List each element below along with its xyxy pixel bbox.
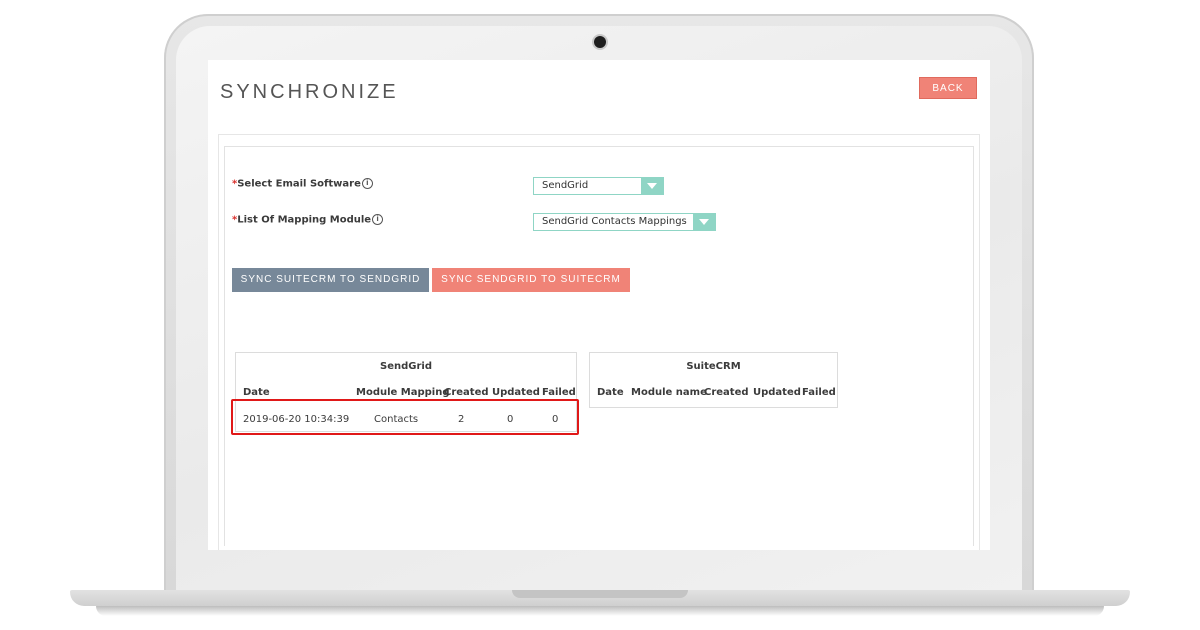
column-header: Created	[704, 387, 749, 398]
column-header: Module Mapping	[356, 387, 450, 398]
email-software-value: SendGrid	[542, 180, 589, 191]
column-header: Failed	[542, 387, 576, 398]
column-header: Updated	[753, 387, 801, 398]
highlight-box	[231, 399, 579, 435]
page-title: SYNCHRONIZE	[220, 81, 399, 103]
column-header: Module name	[631, 387, 707, 398]
laptop-notch	[512, 590, 688, 598]
mapping-module-label: *List Of Mapping Module i	[232, 214, 384, 226]
sync-suitecrm-to-sendgrid-button[interactable]: SYNC SUITECRM TO SENDGRID	[232, 268, 429, 292]
screen: SYNCHRONIZE BACK *Select Email Software i…	[208, 60, 990, 550]
column-header: Created	[444, 387, 489, 398]
mapping-module-label-text: List Of Mapping Module	[237, 214, 372, 226]
chevron-down-icon[interactable]	[641, 178, 663, 194]
email-software-select[interactable]: SendGrid	[533, 177, 664, 195]
mapping-module-value: SendGrid Contacts Mappings	[542, 216, 687, 227]
email-software-label-text: Select Email Software	[237, 178, 361, 190]
suitecrm-results-table: SuiteCRM Date Module name Created Update…	[589, 352, 838, 408]
back-button[interactable]: BACK	[919, 77, 977, 99]
camera-icon	[594, 36, 606, 48]
info-icon[interactable]: i	[372, 214, 384, 225]
table-title: SendGrid	[380, 361, 432, 372]
info-icon[interactable]: i	[361, 178, 373, 189]
table-title: SuiteCRM	[686, 361, 741, 372]
mapping-module-select[interactable]: SendGrid Contacts Mappings	[533, 213, 716, 231]
column-header: Date	[597, 387, 624, 398]
sync-sendgrid-to-suitecrm-button[interactable]: SYNC SENDGRID TO SUITECRM	[432, 268, 630, 292]
laptop-shadow	[96, 606, 1104, 616]
column-header: Date	[243, 387, 270, 398]
column-header: Failed	[802, 387, 836, 398]
sync-form-panel	[224, 146, 974, 546]
email-software-label: *Select Email Software i	[232, 178, 373, 190]
chevron-down-icon[interactable]	[693, 214, 715, 230]
column-header: Updated	[492, 387, 540, 398]
